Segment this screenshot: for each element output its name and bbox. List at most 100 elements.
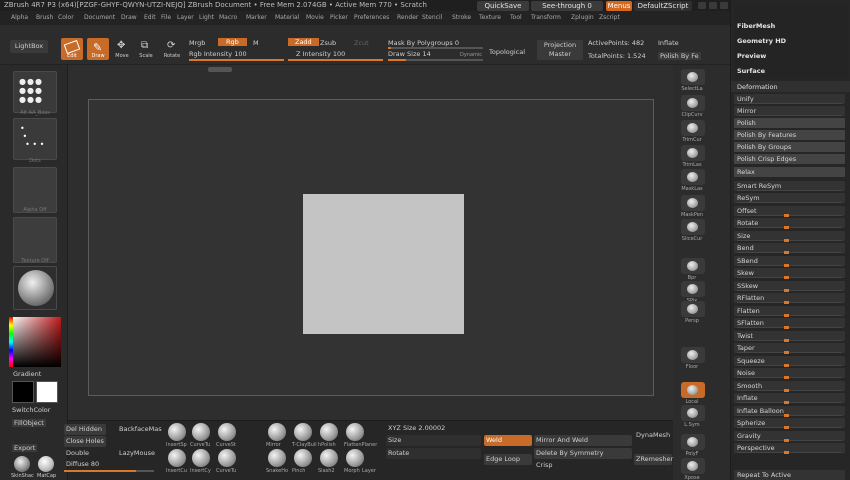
del-hidden-button[interactable]: Del Hidden [64, 424, 106, 435]
deformation-gravity[interactable]: Gravity [734, 431, 845, 442]
deformation-sskew[interactable]: SSkew [734, 281, 845, 292]
dynamic-button[interactable]: Dynamic [460, 52, 482, 58]
deformation-mirror[interactable]: Mirror [734, 106, 845, 116]
delete-by-symmetry-button[interactable]: Delete By Symmetry [534, 448, 632, 459]
deformation-item-knob[interactable] [784, 239, 789, 242]
menu-edit[interactable]: Edit [144, 14, 156, 21]
polish-by-features-shortcut[interactable]: Polish By Fe [658, 52, 701, 60]
menus-button[interactable]: Menus [606, 1, 632, 11]
menu-zplugin[interactable]: Zplugin [571, 14, 594, 21]
deformation-item-knob[interactable] [784, 414, 789, 417]
see-through-slider[interactable]: See-through 0 [531, 1, 603, 11]
tool-polyf[interactable] [681, 434, 705, 450]
mrgb-button[interactable]: Mrgb [189, 39, 205, 47]
m-button[interactable]: M [253, 39, 259, 47]
deformation-polish[interactable]: Polish [734, 118, 845, 128]
deformation-taper[interactable]: Taper [734, 343, 845, 354]
brush-curvetu-icon[interactable] [192, 423, 210, 441]
subpalette-surface[interactable]: Surface [737, 67, 765, 75]
menu-movie[interactable]: Movie [306, 14, 324, 21]
brush-curvetu-icon[interactable] [218, 449, 236, 467]
lightbox-button[interactable]: LightBox [10, 40, 48, 53]
backface-mask-button[interactable]: BackfaceMas [117, 424, 165, 435]
tool-slicecur[interactable] [681, 219, 705, 235]
mask-by-polygroups-slider[interactable]: Mask By Polygroups 0 [388, 39, 459, 47]
deformation-offset[interactable]: Offset [734, 206, 845, 217]
deformation-inflate[interactable]: Inflate [734, 393, 845, 404]
menu-texture[interactable]: Texture [479, 14, 501, 21]
deformation-relax[interactable]: Relax [734, 167, 845, 177]
deformation-item-knob[interactable] [784, 376, 789, 379]
edge-loop-button[interactable]: Edge Loop [484, 454, 532, 465]
menu-brush[interactable]: Brush [36, 14, 53, 21]
menu-material[interactable]: Material [275, 14, 299, 21]
skinshade-material-icon[interactable] [14, 456, 30, 472]
crisp-button[interactable]: Crisp [534, 460, 632, 471]
deformation-rotate[interactable]: Rotate [734, 218, 845, 229]
deformation-item-knob[interactable] [784, 426, 789, 429]
deformation-inflate-balloon[interactable]: Inflate Balloon [734, 406, 845, 417]
diffuse-track[interactable] [64, 470, 154, 472]
material-thumbnail[interactable] [13, 266, 57, 310]
tool-clipcurv[interactable] [681, 95, 705, 111]
export-button[interactable]: Export [12, 444, 38, 452]
deformation-resym[interactable]: ReSym [734, 193, 845, 203]
xyz-size-slider[interactable]: XYZ Size 2.00002 [386, 423, 486, 434]
deformation-item-knob[interactable] [784, 314, 789, 317]
menu-render[interactable]: Render [397, 14, 418, 21]
rgb-button[interactable]: Rgb [218, 38, 247, 46]
tool-xpose[interactable] [681, 458, 705, 474]
mirror-and-weld-button[interactable]: Mirror And Weld [534, 435, 632, 446]
brush-insertcu-icon[interactable] [168, 449, 186, 467]
brush-insertcy-icon[interactable] [192, 449, 210, 467]
deformation-polish-by-groups[interactable]: Polish By Groups [734, 142, 845, 152]
plane-mesh[interactable] [303, 194, 464, 334]
zadd-button[interactable]: Zadd [288, 38, 319, 46]
menu-transform[interactable]: Transform [531, 14, 561, 21]
brush-mirror-icon[interactable] [268, 423, 286, 441]
tool-masklas[interactable] [681, 169, 705, 185]
menu-macro[interactable]: Macro [219, 14, 237, 21]
deformation-twist[interactable]: Twist [734, 331, 845, 342]
deformation-item-knob[interactable] [784, 326, 789, 329]
tool-local[interactable] [681, 382, 705, 398]
menu-stroke[interactable]: Stroke [452, 14, 471, 21]
deformation-item-knob[interactable] [784, 276, 789, 279]
tool-spix[interactable] [681, 281, 705, 297]
tool-trimcur[interactable] [681, 120, 705, 136]
canvas-area[interactable] [68, 65, 673, 420]
weld-button[interactable]: Weld [484, 435, 532, 446]
mask-by-polygroups-track[interactable] [388, 47, 483, 49]
z-intensity-track[interactable] [288, 59, 383, 61]
deformation-item-knob[interactable] [784, 339, 789, 342]
deformation-bend[interactable]: Bend [734, 243, 845, 254]
tool-trimlas[interactable] [681, 145, 705, 161]
brush-insertsp-icon[interactable] [168, 423, 186, 441]
brush-hpolish-icon[interactable] [320, 423, 338, 441]
close-icon[interactable] [720, 2, 728, 9]
subpalette-preview[interactable]: Preview [737, 52, 766, 60]
tool-l-sym[interactable] [681, 405, 705, 421]
stroke-thumbnail[interactable]: • • • • • [13, 118, 57, 160]
deformation-item-knob[interactable] [784, 301, 789, 304]
inflate-shortcut-button[interactable]: Inflate [658, 39, 679, 47]
deformation-item-knob[interactable] [784, 451, 789, 454]
gradient-button[interactable]: Gradient [13, 370, 41, 378]
subpalette-geometry-hd[interactable]: Geometry HD [737, 37, 786, 45]
deformation-item-knob[interactable] [784, 226, 789, 229]
menu-document[interactable]: Document [84, 14, 115, 21]
brush-slash2-icon[interactable] [320, 449, 338, 467]
tool-persp[interactable] [681, 301, 705, 317]
menu-color[interactable]: Color [58, 14, 74, 21]
deformation-item-knob[interactable] [784, 439, 789, 442]
deformation-item-knob[interactable] [784, 289, 789, 292]
brush-t-claybuil-icon[interactable] [294, 423, 312, 441]
zsub-button[interactable]: Zsub [320, 39, 336, 47]
tool-selectla[interactable] [681, 69, 705, 85]
dynamesh-button[interactable]: DynaMesh [634, 430, 672, 441]
fill-object-button[interactable]: FillObject [12, 419, 46, 427]
menu-alpha[interactable]: Alpha [11, 14, 28, 21]
secondary-color-swatch[interactable] [36, 381, 58, 403]
default-zscript-button[interactable]: DefaultZScript [634, 1, 692, 11]
menu-file[interactable]: File [161, 14, 171, 21]
